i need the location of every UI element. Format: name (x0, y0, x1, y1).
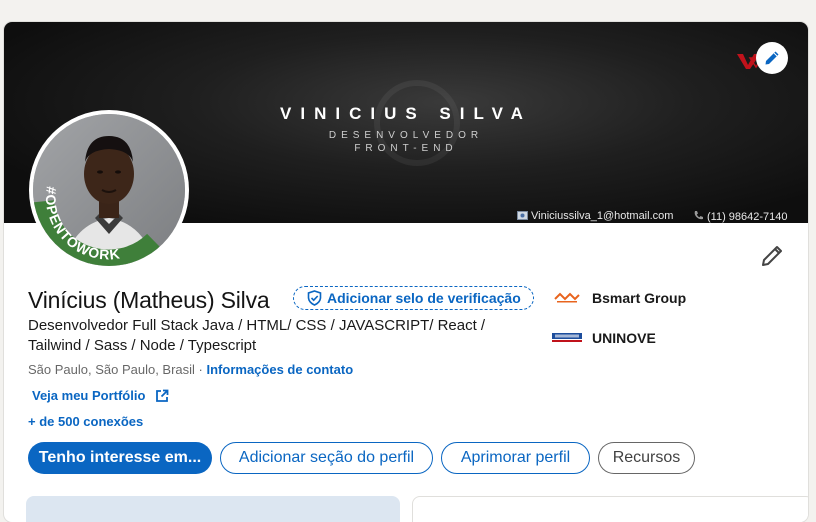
edit-banner-button[interactable] (756, 42, 788, 74)
open-to-work-panel[interactable] (26, 496, 400, 522)
portfolio-label: Veja meu Portfólio (32, 388, 146, 403)
contact-info-link[interactable]: Informações de contato (207, 362, 354, 377)
company-uninove[interactable]: UNINOVE (552, 330, 656, 346)
profile-name: Vinícius (Matheus) Silva (28, 287, 270, 313)
open-to-button[interactable]: Tenho interesse em... (28, 442, 212, 474)
banner-phone: (11) 98642-7140 (693, 210, 788, 223)
enhance-profile-button[interactable]: Aprimorar perfil (441, 442, 590, 474)
add-profile-section-button[interactable]: Adicionar seção do perfil (220, 442, 433, 474)
company-bsmart[interactable]: Bsmart Group (552, 290, 686, 306)
location-text: São Paulo, São Paulo, Brasil (28, 362, 195, 377)
pencil-icon (762, 246, 782, 266)
external-link-icon (156, 389, 169, 402)
location-separator: · (194, 362, 207, 377)
shield-check-icon (307, 290, 322, 306)
edit-profile-button[interactable] (760, 244, 784, 268)
avatar: #OPENTOWORK (33, 114, 185, 266)
profile-photo[interactable]: #OPENTOWORK (29, 110, 189, 270)
profile-location: São Paulo, São Paulo, Brasil · Informaçõ… (28, 362, 353, 377)
portfolio-link[interactable]: Veja meu Portfólio (32, 388, 169, 403)
banner-phone-text: (11) 98642-7140 (707, 210, 788, 223)
profile-card: VINICIUS SILVA DESENVOLVEDOR FRONT-END V… (4, 22, 808, 522)
phone-icon (693, 210, 704, 223)
profile-headline: Desenvolvedor Full Stack Java / HTML/ CS… (28, 317, 486, 354)
resources-button[interactable]: Recursos (598, 442, 695, 474)
company-name: UNINOVE (592, 330, 656, 346)
banner-email: Viniciussilva_1@hotmail.com (517, 210, 673, 222)
svg-text:#OPENTOWORK: #OPENTOWORK (43, 186, 122, 263)
add-verification-button[interactable]: Adicionar selo de verificação (293, 286, 534, 310)
verify-label: Adicionar selo de verificação (327, 290, 521, 306)
uninove-logo (552, 331, 582, 345)
bsmart-logo (552, 291, 582, 305)
open-to-work-badge: #OPENTOWORK (43, 186, 121, 263)
pencil-icon (765, 51, 779, 65)
email-icon (517, 210, 528, 222)
secondary-panel[interactable] (412, 496, 808, 522)
company-name: Bsmart Group (592, 290, 687, 306)
connections-link[interactable]: + de 500 conexões (28, 414, 143, 429)
banner-email-text: Viniciussilva_1@hotmail.com (531, 210, 674, 222)
